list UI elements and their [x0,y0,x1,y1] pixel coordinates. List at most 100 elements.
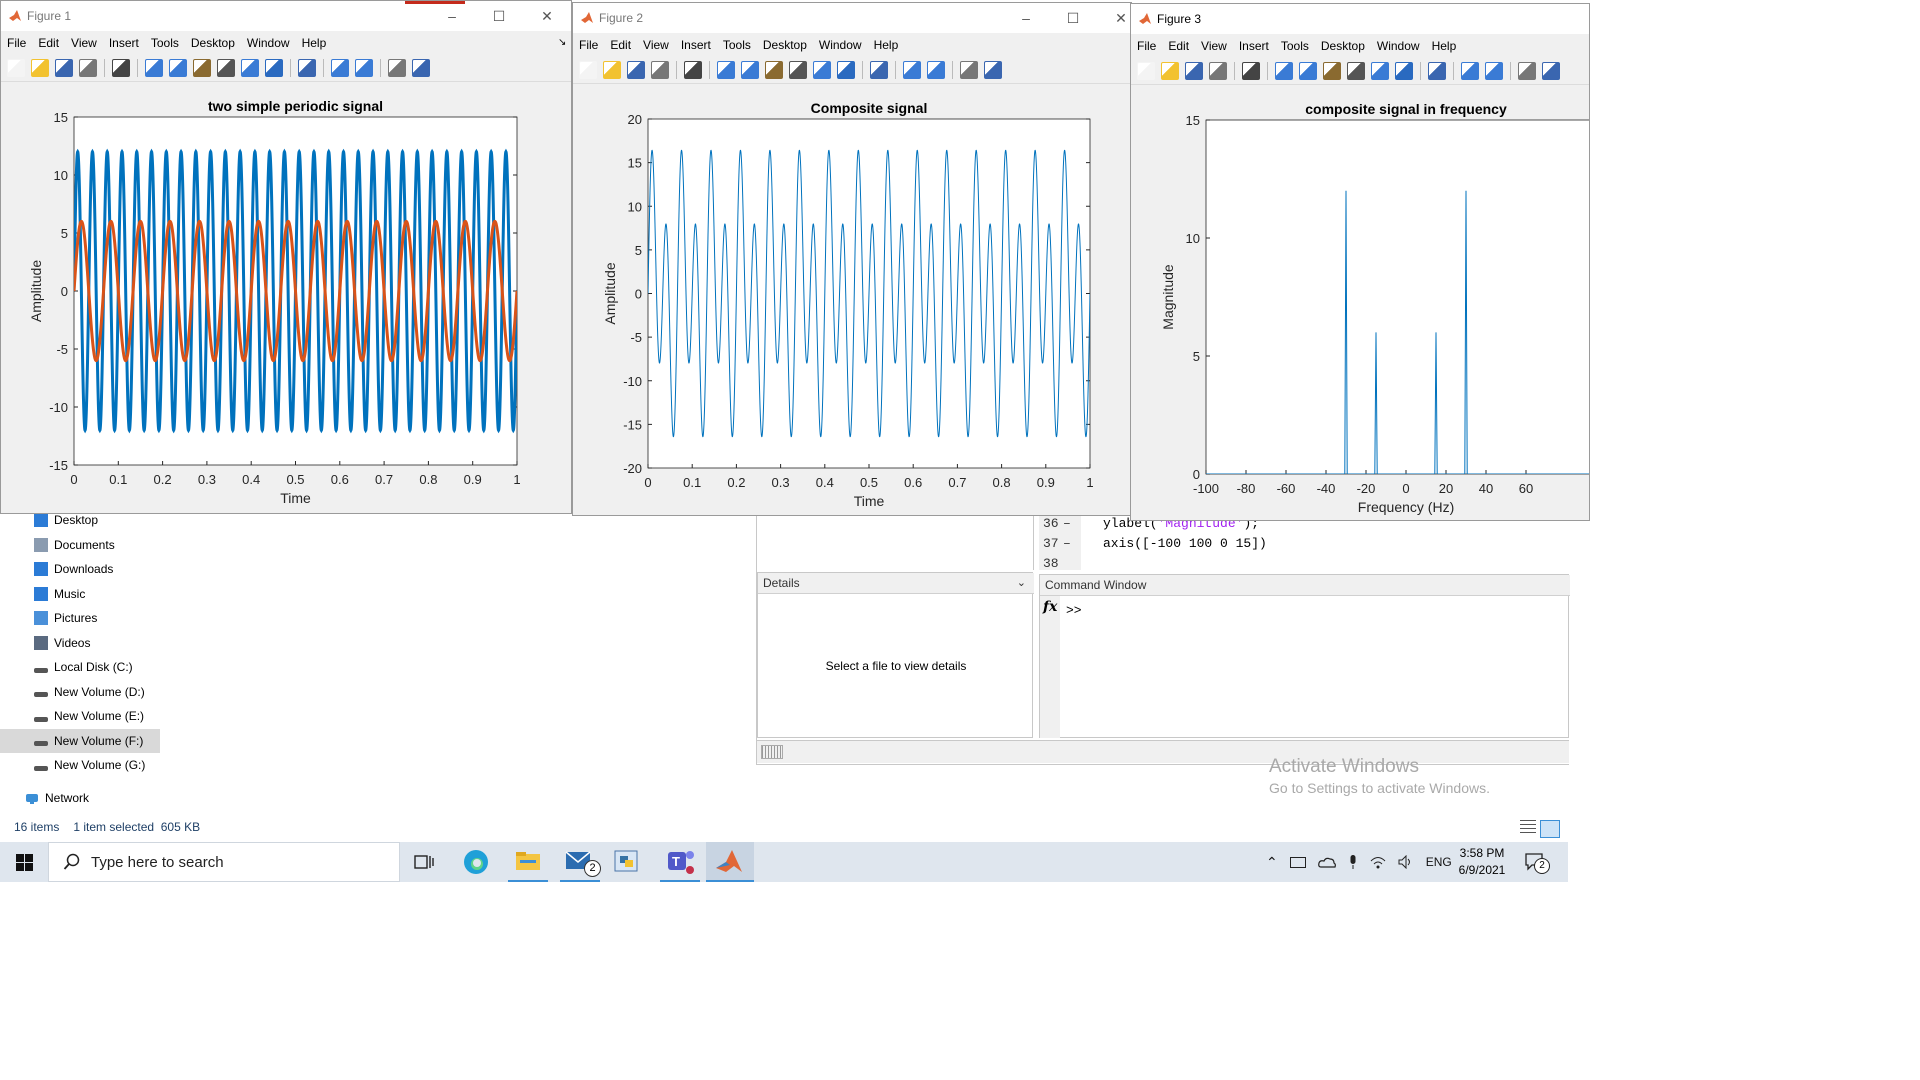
menu-desktop[interactable]: Desktop [185,33,241,53]
link-plot-icon[interactable] [1428,62,1446,80]
select-arrow-icon[interactable] [1242,62,1260,80]
menu-edit[interactable]: Edit [604,35,637,55]
menu-file[interactable]: File [1131,36,1162,56]
legend-icon[interactable] [355,59,373,77]
colorbar-icon[interactable] [331,59,349,77]
link-plot-icon[interactable] [298,59,316,77]
pan-icon[interactable] [193,59,211,77]
details-header[interactable]: Details ⌄ [758,573,1034,594]
hide-plot-tools-icon[interactable] [1518,62,1536,80]
figure-2-window[interactable]: Figure 2 – ☐ ✕ File Edit View Insert Tools De… [572,2,1132,516]
figure-3-titlebar[interactable]: Figure 3 [1131,4,1589,34]
zoom-in-icon[interactable] [145,59,163,77]
menu-view[interactable]: View [65,33,103,53]
chevron-down-icon[interactable]: ⌄ [1017,573,1026,593]
save-icon[interactable] [627,61,645,79]
nav-item[interactable]: Downloads [0,557,160,581]
matlab-app-icon[interactable] [706,842,754,882]
data-cursor-icon[interactable] [241,59,259,77]
menu-window[interactable]: Window [1371,36,1426,56]
zoom-in-icon[interactable] [717,61,735,79]
mail-app-icon[interactable]: 2 [560,842,601,882]
menu-desktop[interactable]: Desktop [757,35,813,55]
fx-icon[interactable]: fx [1043,599,1057,615]
menu-tools[interactable]: Tools [145,33,185,53]
volume-icon[interactable] [1398,855,1414,869]
nav-item[interactable]: New Volume (D:) [0,680,160,704]
menu-view[interactable]: View [1195,36,1233,56]
new-figure-icon[interactable] [579,61,597,79]
menu-window[interactable]: Window [241,33,296,53]
menu-edit[interactable]: Edit [1162,36,1195,56]
nav-item[interactable]: Music [0,582,160,606]
large-icons-view-icon[interactable] [1540,820,1560,838]
task-view-icon[interactable] [414,854,434,870]
hide-plot-tools-icon[interactable] [960,61,978,79]
figure-1-window[interactable]: Figure 1 – ☐ ✕ File Edit View Insert Tools De… [0,0,572,514]
minimize-button[interactable]: – [437,5,467,27]
nav-item[interactable]: Documents [0,533,160,557]
microphone-icon[interactable] [1348,854,1358,870]
rotate-icon[interactable] [217,59,235,77]
nav-item[interactable]: Local Disk (C:) [0,655,160,679]
nav-item[interactable]: New Volume (F:) [0,728,160,753]
zoom-out-icon[interactable] [741,61,759,79]
menu-insert[interactable]: Insert [675,35,717,55]
hide-plot-tools-icon[interactable] [388,59,406,77]
layout-grip-icon[interactable] [761,745,783,759]
brush-icon[interactable] [265,59,283,77]
nav-item[interactable]: New Volume (E:) [0,704,160,728]
menu-insert[interactable]: Insert [103,33,145,53]
select-arrow-icon[interactable] [112,59,130,77]
menu-edit[interactable]: Edit [32,33,65,53]
nav-item-network[interactable]: Network [0,786,160,810]
windows-start-icon[interactable] [16,854,33,871]
menu-help[interactable]: Help [868,35,905,55]
new-figure-icon[interactable] [7,59,25,77]
command-prompt[interactable]: >> [1066,603,1082,618]
open-file-icon[interactable] [1161,62,1179,80]
link-plot-icon[interactable] [870,61,888,79]
save-icon[interactable] [55,59,73,77]
pan-icon[interactable] [1323,62,1341,80]
file-explorer-app-icon[interactable] [508,842,548,882]
rotate-icon[interactable] [789,61,807,79]
legend-icon[interactable] [927,61,945,79]
close-button[interactable]: ✕ [1106,7,1131,29]
minimize-button[interactable]: – [1011,7,1041,29]
colorbar-icon[interactable] [1461,62,1479,80]
menu-file[interactable]: File [1,33,32,53]
brush-icon[interactable] [837,61,855,79]
menu-help[interactable]: Help [296,33,333,53]
print-icon[interactable] [1209,62,1227,80]
menu-help[interactable]: Help [1426,36,1463,56]
open-file-icon[interactable] [31,59,49,77]
menu-insert[interactable]: Insert [1233,36,1275,56]
maximize-button[interactable]: ☐ [1058,7,1088,29]
menu-file[interactable]: File [573,35,604,55]
pan-icon[interactable] [765,61,783,79]
edge-app-icon[interactable] [462,848,490,876]
nav-item[interactable]: Pictures [0,606,160,630]
battery-icon[interactable] [1289,856,1306,868]
menu-desktop[interactable]: Desktop [1315,36,1371,56]
close-button[interactable]: ✕ [532,5,562,27]
open-file-icon[interactable] [603,61,621,79]
onedrive-icon[interactable] [1317,856,1336,868]
show-plot-tools-icon[interactable] [1542,62,1560,80]
menu-tools[interactable]: Tools [717,35,757,55]
taskbar-search-box[interactable]: Type here to search [48,842,400,882]
clock[interactable]: 3:58 PM 6/9/2021 [1452,845,1512,879]
figure-2-titlebar[interactable]: Figure 2 – ☐ ✕ [573,3,1131,33]
brush-icon[interactable] [1395,62,1413,80]
details-view-icon[interactable] [1520,820,1536,834]
teams-app-icon[interactable]: T [660,842,700,882]
notification-center-button[interactable]: 2 [1524,852,1550,874]
show-plot-tools-icon[interactable] [984,61,1002,79]
zoom-out-icon[interactable] [1299,62,1317,80]
python-app-icon[interactable] [612,848,642,876]
colorbar-icon[interactable] [903,61,921,79]
legend-icon[interactable] [1485,62,1503,80]
menu-view[interactable]: View [637,35,675,55]
language-indicator[interactable]: ENG [1426,855,1452,869]
